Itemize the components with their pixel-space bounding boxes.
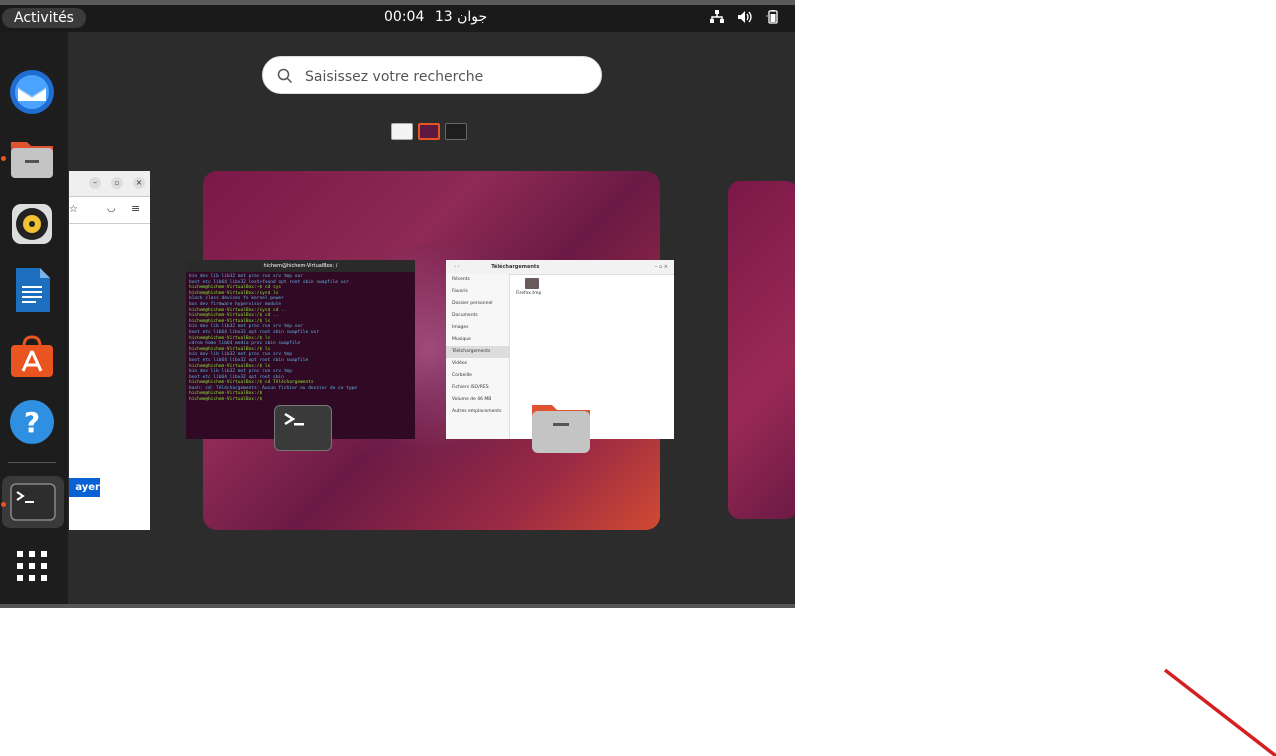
workspace-thumbnails <box>391 123 467 140</box>
files-path: Téléchargements <box>491 264 540 270</box>
thunderbird-icon <box>10 70 54 114</box>
close-icon[interactable]: × <box>133 177 145 189</box>
files-sidebar: Récents Favoris Dossier personnel Documents… <box>446 274 510 439</box>
top-bar: Activités 00:04 13 جوان <box>0 0 795 32</box>
files-sidebar-item[interactable]: Récents <box>446 274 509 286</box>
red-annotation-line <box>1163 668 1276 756</box>
files-sidebar-item[interactable]: Musique <box>446 334 509 346</box>
files-sidebar-item[interactable]: Documents <box>446 310 509 322</box>
files-icon <box>532 405 590 453</box>
dock-item-show-apps[interactable] <box>8 542 56 590</box>
browser-toolbar: ☆ ◡ ≡ <box>69 197 150 224</box>
system-tray[interactable] <box>709 10 781 24</box>
files-sidebar-item[interactable]: Favoris <box>446 286 509 298</box>
minimize-icon[interactable]: – <box>89 177 101 189</box>
rhythmbox-icon <box>12 204 52 244</box>
terminal-line: hichem@hichem-VirtualBox:/$ <box>189 397 263 403</box>
clock-date: 13 جوان <box>434 9 488 25</box>
files-sidebar-item[interactable]: Autres emplacements <box>446 406 509 418</box>
files-header: ‹ › Téléchargements – ▫ × <box>446 260 674 275</box>
back-icon: ‹ › <box>454 264 460 270</box>
files-sidebar-item[interactable]: Volume de 46 MB <box>446 394 509 406</box>
bookmark-star-icon[interactable]: ☆ <box>69 204 78 215</box>
dock-item-help[interactable]: ? <box>8 398 56 446</box>
bottom-edge <box>0 604 795 608</box>
dock-item-rhythmbox[interactable] <box>8 200 56 248</box>
dock-item-software[interactable] <box>8 332 56 380</box>
clock-time: 00:04 <box>384 9 425 25</box>
terminal-icon <box>10 483 56 521</box>
show-apps-icon <box>17 551 47 581</box>
dock-separator <box>8 462 56 463</box>
terminal-title: hichem@hichem-VirtualBox: / <box>186 260 415 272</box>
activities-button[interactable]: Activités <box>2 8 86 28</box>
search-input[interactable] <box>303 64 587 90</box>
files-window-badge <box>531 401 590 453</box>
dock-item-writer[interactable] <box>8 266 56 314</box>
running-indicator <box>1 502 6 507</box>
files-sidebar-item[interactable]: Fichiers ISO/RÉS <box>446 382 509 394</box>
help-icon: ? <box>10 400 54 444</box>
files-sidebar-item[interactable]: Images <box>446 322 509 334</box>
dock-item-terminal[interactable] <box>2 476 64 528</box>
workspace-thumbnail-1[interactable] <box>391 123 413 140</box>
ubuntu-software-icon <box>11 335 53 377</box>
terminal-window-badge <box>274 405 332 451</box>
dock-item-thunderbird[interactable] <box>8 68 56 116</box>
workspace-thumbnail-3[interactable] <box>445 123 467 140</box>
clock[interactable]: 00:04 13 جوان <box>384 9 487 25</box>
search-bar[interactable] <box>262 56 602 94</box>
pocket-icon[interactable]: ◡ <box>107 203 116 214</box>
network-icon <box>710 10 724 23</box>
running-indicator <box>1 156 6 161</box>
svg-text:?: ? <box>24 406 40 439</box>
dock-item-files[interactable] <box>8 134 56 182</box>
maximize-icon[interactable]: ▫ <box>111 177 123 189</box>
next-workspace-preview[interactable] <box>728 181 795 519</box>
terminal-output: bin dev lib lib32 mnt proc run srv tmp v… <box>189 274 357 403</box>
left-workspace-window[interactable]: – ▫ × ☆ ◡ ≡ ayer <box>69 171 150 530</box>
libreoffice-writer-icon <box>16 268 50 312</box>
files-sidebar-item[interactable]: Téléchargements <box>446 346 509 358</box>
terminal-icon <box>284 412 304 426</box>
desktop-screen: Activités 00:04 13 جوان ? Saisissez votr… <box>0 0 795 608</box>
menu-icon[interactable]: ≡ <box>131 202 140 215</box>
files-content: Firefox.tmp <box>516 278 541 296</box>
files-sidebar-item[interactable]: Dossier personnel <box>446 298 509 310</box>
files-icon <box>11 142 53 178</box>
volume-icon <box>738 11 752 23</box>
file-name: Firefox.tmp <box>516 291 542 296</box>
workspace-thumbnail-2[interactable] <box>418 123 440 140</box>
window-controls-icon: – ▫ × <box>654 264 668 270</box>
files-sidebar-item[interactable]: Vidéos <box>446 358 509 370</box>
window-titlebar: – ▫ × <box>69 171 150 197</box>
search-icon <box>277 68 293 84</box>
left-window-button[interactable]: ayer <box>69 478 100 497</box>
battery-icon <box>766 10 778 24</box>
folder-icon[interactable] <box>525 278 539 289</box>
dock: ? <box>0 32 68 604</box>
files-sidebar-item[interactable]: Corbeille <box>446 370 509 382</box>
